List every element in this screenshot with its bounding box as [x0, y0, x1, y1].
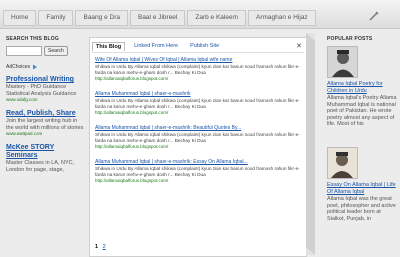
popular-posts-heading: POPULAR POSTS [327, 36, 373, 42]
search-heading: SEARCH THIS BLOG [6, 36, 59, 42]
search-button[interactable]: Search [44, 46, 68, 56]
result-snippet: Shikwa in Urdu By Allama Iqbal shikwa (c… [95, 64, 300, 75]
result-title[interactable]: Allama Muhammad Iqbal | shaer-e-mashrik:… [95, 125, 302, 132]
post-title[interactable]: Allama Iqbal Poetry for Children in Urdu [327, 81, 397, 95]
result-url[interactable]: http://allamaiqbalforus.blogspot.com/ [95, 110, 302, 116]
pagination: 1 2 [95, 244, 109, 250]
result-item: Wife Of Allama Iqbal | Wives Of Iqbal | … [95, 57, 302, 82]
result-title[interactable]: Allama Muhammad Iqbal | shaer-e-mashrik:… [95, 159, 302, 166]
tab-this-blog[interactable]: This Blog [92, 42, 126, 51]
search-input[interactable] [6, 46, 42, 56]
portrait-image [328, 148, 357, 178]
ad-unit: Read, Publish, Share Join the largest wr… [6, 110, 86, 137]
adchoices-icon [33, 64, 38, 70]
result-title[interactable]: Allama Muhammad Iqbal | shaer-e-mashrik [95, 91, 302, 98]
top-navigation-bar: Home Family Baang e Dra Baal e Jibreel Z… [0, 0, 400, 29]
tab-linked-from-here[interactable]: Linked From Here [131, 42, 181, 51]
decorative-divider [306, 33, 315, 255]
close-icon[interactable]: ✕ [296, 42, 302, 50]
adchoices-text: AdChoices [6, 64, 31, 70]
result-title[interactable]: Wife Of Allama Iqbal | Wives Of Iqbal | … [95, 57, 302, 64]
page-link[interactable]: 2 [103, 244, 106, 250]
tab-publish-site[interactable]: Publish Site [187, 42, 222, 51]
nav-tab-armaghan-e-hijaz[interactable]: Armaghan e Hijaz [248, 10, 316, 26]
result-url[interactable]: http://allamaiqbalforus.blogspot.com/ [95, 76, 302, 82]
result-url[interactable]: http://allamaiqbalforus.blogspot.com/ [95, 178, 302, 184]
ad-title[interactable]: McKee STORY Seminars [6, 144, 86, 160]
post-snippet: Allama Iqbal was the great poet, philoso… [327, 196, 396, 222]
page-current: 1 [95, 244, 99, 250]
popular-post: Essay On Allama Iqbal | Life Of Allama I… [327, 147, 397, 242]
ad-unit: McKee STORY Seminars Master Classes in L… [6, 144, 86, 173]
adchoices-label[interactable]: AdChoices [6, 64, 86, 70]
ad-body: Mastery - PhD Guidance Statistical Analy… [6, 84, 77, 97]
popular-post: Allama Iqbal Poetry for Children in Urdu… [327, 46, 397, 141]
nav-tab-baal-e-jibreel[interactable]: Baal e Jibreel [129, 10, 186, 26]
ad-title[interactable]: Professional Writing [6, 76, 86, 84]
search-results-panel: This Blog Linked From Here Publish Site … [89, 37, 307, 257]
result-item: Allama Muhammad Iqbal | shaer-e-mashrik:… [95, 159, 302, 184]
post-title[interactable]: Essay On Allama Iqbal | Life Of Allama I… [327, 182, 397, 196]
divider [92, 52, 304, 53]
nav-tab-home[interactable]: Home [3, 10, 37, 26]
post-snippet: Allama Iqbal's Poetry Allama Muhammad Iq… [327, 95, 397, 127]
post-thumbnail[interactable] [327, 46, 358, 78]
ad-unit: Professional Writing Mastery - PhD Guida… [6, 76, 86, 103]
post-thumbnail[interactable] [327, 147, 358, 179]
result-url[interactable]: http://allamaiqbalforus.blogspot.com/ [95, 144, 302, 150]
result-snippet: Shikwa in Urdu By Allama Iqbal shikwa (c… [95, 132, 300, 143]
result-item: Allama Muhammad Iqbal | shaer-e-mashrik … [95, 91, 302, 116]
result-snippet: Shikwa in Urdu By Allama Iqbal shikwa (c… [95, 166, 300, 177]
ad-title[interactable]: Read, Publish, Share [6, 110, 86, 118]
ad-body: Join the largest writing hub in the worl… [6, 118, 84, 131]
nav-tab-zarb-e-kaleem[interactable]: Zarb e Kaleem [187, 10, 247, 26]
nav-tab-baang-e-dra[interactable]: Baang e Dra [75, 10, 128, 26]
nav-tab-family[interactable]: Family [38, 10, 74, 26]
edit-pencil-icon[interactable] [369, 11, 379, 21]
right-sidebar: POPULAR POSTS Allama Iqbal Poetry for Ch… [327, 36, 397, 255]
ad-url[interactable]: www.sdafg.com [6, 97, 86, 103]
result-snippet: Shikwa in Urdu By Allama Iqbal shikwa (c… [95, 98, 300, 109]
portrait-image [328, 47, 357, 77]
ad-body: Master Classes in LA, NYC, London for pa… [6, 160, 75, 173]
results-list: Wife Of Allama Iqbal | Wives Of Iqbal | … [95, 57, 302, 246]
result-item: Allama Muhammad Iqbal | shaer-e-mashrik:… [95, 125, 302, 150]
ad-url[interactable]: www.wattpad.com [6, 131, 86, 137]
left-sidebar: SEARCH THIS BLOG Search AdChoices Profes… [6, 36, 86, 255]
